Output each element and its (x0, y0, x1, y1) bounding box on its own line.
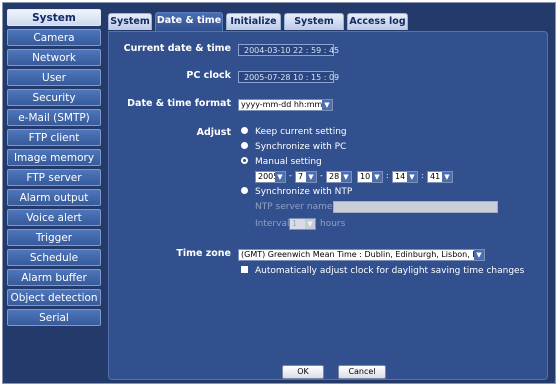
datetime-format-label: Date & time format (127, 98, 231, 109)
sidebar-item-email-smtp[interactable]: e-Mail (SMTP) (7, 109, 101, 126)
current-datetime-label: Current date & time (123, 43, 231, 54)
radio-sync-ntp-label: Synchronize with NTP (255, 187, 353, 197)
month-select[interactable]: 7 ▼ (295, 171, 317, 183)
radio-sync-ntp[interactable]: Synchronize with NTP (241, 186, 352, 198)
date-separator: - (320, 171, 323, 180)
pc-clock-value: 2005-07-28 10 : 15 : 09 (238, 71, 339, 83)
sidebar-item-trigger[interactable]: Trigger (7, 229, 101, 246)
year-select[interactable]: 2005 ▼ (255, 171, 286, 183)
sidebar-item-ftp-client[interactable]: FTP client (7, 129, 101, 146)
chevron-down-icon: ▼ (322, 100, 332, 110)
checkbox-icon (241, 266, 248, 273)
sidebar-item-object-detection[interactable]: Object detection (7, 289, 101, 306)
chevron-down-icon: ▼ (442, 172, 452, 182)
hour-value: 10 (360, 172, 371, 181)
sidebar-item-ftp-server[interactable]: FTP server (7, 169, 101, 186)
radio-manual-label: Manual setting (255, 157, 322, 167)
dst-checkbox[interactable]: Automatically adjust clock for daylight … (241, 265, 524, 277)
chevron-down-icon: ▼ (341, 172, 351, 182)
radio-icon (241, 187, 248, 194)
chevron-down-icon: ▼ (275, 172, 285, 182)
time-separator: : (386, 171, 389, 180)
interval-unit: hours (320, 219, 346, 229)
timezone-label: Time zone (176, 248, 231, 259)
second-value: 41 (430, 172, 441, 181)
date-separator: - (289, 171, 292, 180)
second-select[interactable]: 41 ▼ (427, 171, 453, 183)
radio-keep-current-label: Keep current setting (255, 127, 347, 137)
settings-window: System Camera Network User Security e-Ma… (2, 2, 556, 384)
sidebar-item-alarm-buffer[interactable]: Alarm buffer (7, 269, 101, 286)
current-datetime-value: 2004-03-10 22 : 59 : 45 (238, 44, 339, 56)
chevron-down-icon: ▼ (407, 172, 417, 182)
interval-select[interactable]: 1 ▼ (289, 218, 316, 230)
tab-initialize[interactable]: Initialize (226, 13, 281, 30)
interval-value: 1 (292, 219, 298, 228)
adjust-label: Adjust (196, 127, 231, 138)
sidebar-item-security[interactable]: Security (7, 89, 101, 106)
datetime-format-value: yyyy-mm-dd hh:mm:ss (241, 100, 333, 109)
sidebar-item-system[interactable]: System (7, 9, 101, 26)
cancel-button[interactable]: Cancel (338, 365, 386, 379)
tab-date-time[interactable]: Date & time (155, 12, 223, 31)
chevron-down-icon: ▼ (305, 219, 315, 229)
sidebar-item-alarm-output[interactable]: Alarm output (7, 189, 101, 206)
radio-sync-pc[interactable]: Synchronize with PC (241, 141, 346, 153)
interval-label: Interval (255, 219, 290, 229)
minute-select[interactable]: 14 ▼ (392, 171, 418, 183)
radio-icon (241, 127, 248, 134)
chevron-down-icon: ▼ (372, 172, 382, 182)
ok-button[interactable]: OK (282, 365, 324, 379)
timezone-select[interactable]: (GMT) Greenwich Mean Time : Dublin, Edin… (238, 249, 485, 261)
hour-select[interactable]: 10 ▼ (357, 171, 383, 183)
timezone-value: (GMT) Greenwich Mean Time : Dublin, Edin… (241, 250, 485, 259)
dst-label: Automatically adjust clock for daylight … (255, 266, 525, 276)
sidebar: System Camera Network User Security e-Ma… (7, 9, 101, 329)
tab-system-log[interactable]: System log (284, 13, 344, 43)
sidebar-item-network[interactable]: Network (7, 49, 101, 66)
chevron-down-icon: ▼ (306, 172, 316, 182)
sidebar-item-camera[interactable]: Camera (7, 29, 101, 46)
chevron-down-icon: ▼ (474, 250, 484, 260)
tab-system[interactable]: System (108, 13, 152, 30)
minute-value: 14 (395, 172, 406, 181)
sidebar-item-schedule[interactable]: Schedule (7, 249, 101, 266)
radio-icon (241, 142, 248, 149)
month-value: 7 (298, 172, 304, 181)
day-value: 28 (329, 172, 340, 181)
ntp-server-label: NTP server name (255, 202, 333, 212)
sidebar-item-serial[interactable]: Serial (7, 309, 101, 326)
day-select[interactable]: 28 ▼ (326, 171, 352, 183)
radio-keep-current[interactable]: Keep current setting (241, 126, 347, 138)
date-time-panel: Current date & time 2004-03-10 22 : 59 :… (108, 31, 548, 380)
radio-manual[interactable]: Manual setting (241, 156, 322, 168)
datetime-format-select[interactable]: yyyy-mm-dd hh:mm:ss ▼ (238, 99, 333, 111)
sidebar-item-image-memory[interactable]: Image memory (7, 149, 101, 166)
radio-selected-icon (241, 157, 248, 164)
sidebar-item-user[interactable]: User (7, 69, 101, 86)
time-separator: : (421, 171, 424, 180)
sidebar-item-voice-alert[interactable]: Voice alert (7, 209, 101, 226)
ntp-server-input[interactable] (333, 201, 498, 213)
radio-sync-pc-label: Synchronize with PC (255, 142, 347, 152)
tab-access-log[interactable]: Access log (347, 13, 408, 30)
pc-clock-label: PC clock (186, 70, 231, 81)
